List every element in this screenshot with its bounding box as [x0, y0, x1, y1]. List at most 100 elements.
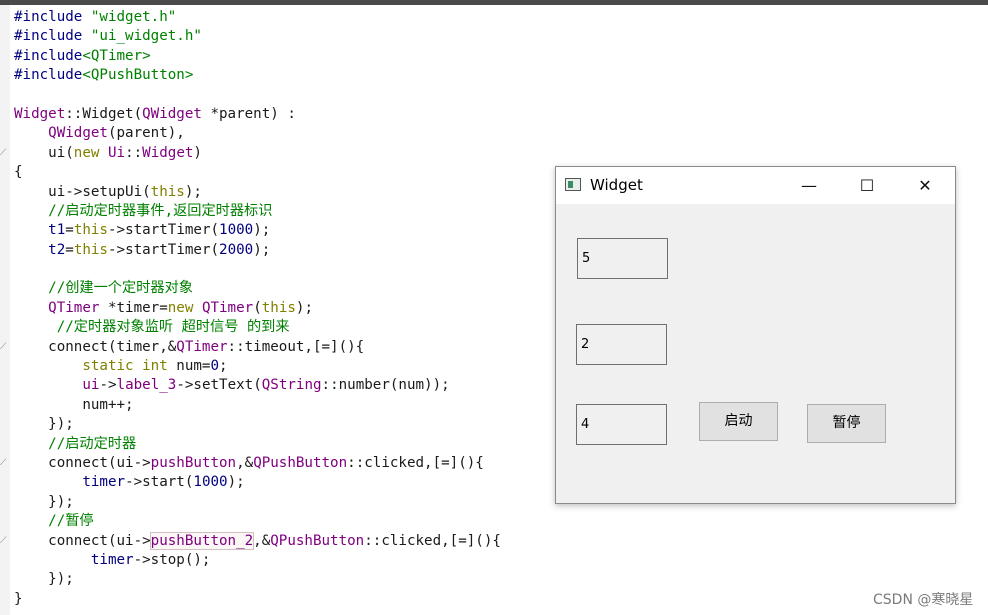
title-bar[interactable]: Widget — ☐ ✕ — [556, 167, 955, 204]
code-line: } — [14, 590, 23, 607]
code-token: -> — [99, 377, 117, 394]
code-line: #include "widget.h" — [14, 8, 501, 27]
code-token: t1 — [48, 222, 66, 239]
code-token: = — [65, 241, 74, 258]
code-line: QTimer *timer=new QTimer(this); — [14, 299, 501, 318]
code-token: #include — [14, 28, 91, 45]
code-token: this — [73, 241, 108, 258]
code-line: ⟋ connect(timer,&QTimer::timeout,[=](){ — [0, 338, 501, 357]
code-line: static int num=0; — [14, 357, 501, 376]
top-border — [0, 0, 988, 5]
code-token: :: — [125, 144, 143, 161]
code-line: ui->setupUi(this); — [14, 183, 501, 202]
code-line: }); — [14, 571, 74, 588]
code-token: #include — [14, 67, 83, 84]
app-window-icon — [565, 178, 581, 191]
minimize-button[interactable]: — — [780, 167, 838, 204]
code-token: QPushButton — [253, 454, 348, 471]
close-button[interactable]: ✕ — [896, 167, 954, 204]
code-token: ->stop(); — [133, 551, 211, 568]
code-token: connect(ui-> — [14, 454, 151, 471]
code-token: ->startTimer( — [107, 241, 220, 258]
code-token: ,& — [236, 454, 254, 471]
code-comment: //启动定时器 — [14, 435, 137, 452]
code-line: Widget::Widget(QWidget *parent) : — [14, 105, 501, 124]
code-line: t2=this->startTimer(2000); — [14, 241, 501, 260]
fold-marker-icon: ⟋ — [0, 457, 7, 468]
code-token: this — [73, 222, 108, 239]
code-token-highlighted: pushButton_2 — [149, 531, 255, 550]
code-token: ->setText( — [176, 377, 262, 394]
code-token: ui — [82, 377, 100, 394]
code-token: ); — [253, 241, 271, 258]
code-token: ); — [227, 474, 245, 491]
code-token: 1000 — [219, 222, 254, 239]
code-line: timer->stop(); — [14, 551, 501, 570]
editor-gutter — [0, 5, 10, 615]
code-token: (parent), — [107, 125, 185, 142]
code-line: }); — [14, 416, 74, 433]
code-token: int — [142, 358, 168, 375]
watermark: CSDN @寒晓星 — [873, 592, 974, 608]
code-token: <QPushButton> — [82, 67, 194, 84]
code-token: QWidget — [48, 125, 108, 142]
code-token: ::number(num)); — [321, 377, 450, 394]
code-comment: //启动定时器事件,返回定时器标识 — [14, 202, 273, 219]
code-token: num= — [167, 358, 211, 375]
code-token: new — [73, 144, 100, 161]
fold-marker-icon: ⟋ — [0, 147, 7, 158]
code-comment: //创建一个定时器对象 — [14, 280, 193, 297]
label-2: 2 — [576, 324, 667, 365]
code-token: ,& — [253, 532, 271, 549]
code-token: t2 — [48, 241, 66, 258]
code-token: ->start( — [125, 474, 194, 491]
code-token: ; — [219, 358, 228, 375]
code-token: ); — [295, 299, 313, 316]
code-token: connect(ui-> — [14, 532, 151, 549]
code-token: = — [65, 222, 74, 239]
code-token: static — [82, 358, 134, 375]
maximize-button[interactable]: ☐ — [838, 167, 896, 204]
start-button[interactable]: 启动 — [699, 402, 778, 441]
code-token: #include — [14, 9, 91, 25]
code-editor[interactable]: #include "widget.h" #include "ui_widget.… — [0, 8, 501, 609]
code-token: ui( — [14, 144, 74, 161]
code-token: *timer= — [99, 299, 168, 316]
code-token: 1000 — [193, 474, 228, 491]
code-token: connect(timer,& — [14, 338, 177, 355]
code-token: 0 — [210, 358, 220, 375]
code-token: ); — [184, 183, 202, 200]
code-token: #include — [14, 47, 83, 64]
code-line: ⟋ ui(new Ui::Widget) — [0, 144, 501, 163]
code-token: timer — [82, 474, 126, 491]
code-token: this — [261, 299, 296, 316]
code-token: QString — [261, 377, 322, 394]
label-1: 5 — [577, 238, 668, 279]
code-token: ::clicked,[=](){ — [364, 532, 501, 549]
code-token: new — [167, 299, 194, 316]
code-token: pushButton — [150, 454, 237, 471]
code-line: { — [14, 164, 23, 181]
code-comment: //定时器对象监听 超时信号 的到来 — [14, 319, 290, 336]
code-token: QTimer — [176, 338, 228, 355]
code-token: Widget — [14, 105, 66, 122]
code-line: ui->label_3->setText(QString::number(num… — [14, 376, 501, 395]
code-token: this — [150, 183, 185, 200]
code-token: ::clicked,[=](){ — [347, 454, 484, 471]
fold-marker-icon: ⟋ — [0, 341, 7, 352]
pause-button[interactable]: 暂停 — [807, 404, 886, 443]
code-line: ⟋ connect(ui->pushButton,&QPushButton::c… — [0, 454, 501, 473]
code-line: num++; — [14, 396, 134, 413]
